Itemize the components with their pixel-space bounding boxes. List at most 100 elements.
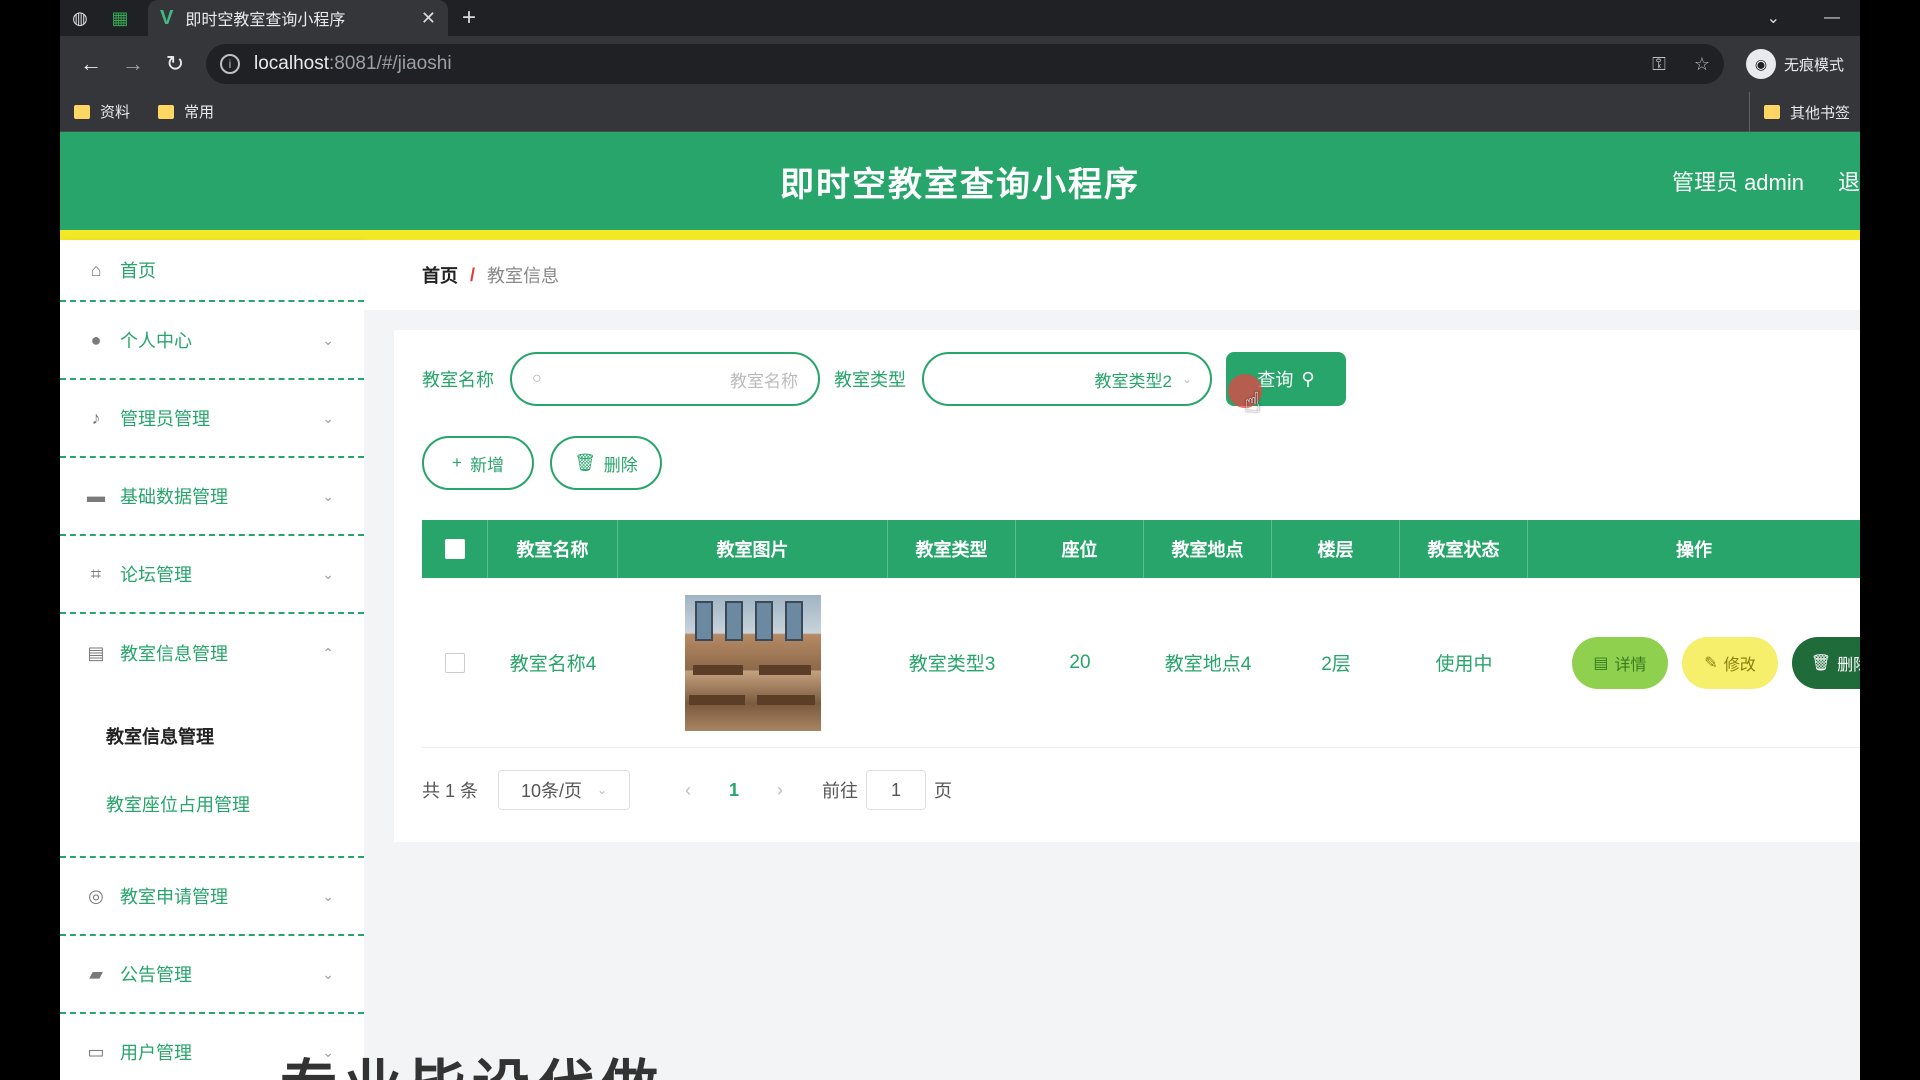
vue-icon: V [160,6,174,29]
sidebar-item-label: 教室信息管理 [120,644,228,664]
photo-desk [759,664,811,675]
chevron-down-icon: ⌄ [322,409,334,426]
info-icon[interactable]: i [220,54,240,74]
chevron-down-icon: ⌄ [322,965,334,982]
sidebar-item-announcements[interactable]: ▰ 公告管理 ⌄ [60,936,364,1014]
cell-status: 使用中 [1435,654,1493,675]
logout-link[interactable]: 退出 [1838,165,1860,197]
sidebar-item-forum[interactable]: ⌗ 论坛管理 ⌄ [60,536,364,614]
photo-window [755,600,773,641]
photo-window [725,600,743,641]
column-header: 教室图片 [618,520,888,578]
breadcrumb-home[interactable]: 首页 [422,262,458,288]
photo-window [695,600,713,641]
add-label: 新增 [469,455,504,475]
sidebar-item-classroom-info[interactable]: ▤ 教室信息管理 ⌃ [60,614,364,692]
url-input[interactable]: i localhost:8081/#/jiaoshi ⚿ ☆ [206,44,1724,84]
column-header: 操作 [1676,540,1712,560]
cell-seats: 20 [1069,651,1091,673]
minimize-icon[interactable]: — [1824,9,1840,27]
goto-suffix: 页 [934,781,953,801]
plus-icon: + [452,453,462,472]
goto-page-input[interactable]: 1 [866,770,927,810]
back-icon[interactable]: ← [70,43,112,85]
spreadsheet-icon[interactable]: ▦ [100,0,140,36]
page-number-current[interactable]: 1 [714,780,754,801]
hand-cursor-icon: ☝ [1244,387,1262,418]
column-header: 教室类型 [888,520,1016,578]
sidebar-item-applications[interactable]: ◎ 教室申请管理 ⌄ [60,858,364,936]
cell-floor: 2层 [1321,654,1351,675]
select-all-checkbox[interactable] [444,539,465,559]
key-icon[interactable]: ⚿ [1652,54,1666,75]
new-tab-icon[interactable]: + [462,4,476,32]
sidebar-item-admins[interactable]: ♪ 管理员管理 ⌄ [60,380,364,458]
name-label: 教室名称 [422,370,494,390]
bookmark-folder[interactable]: 常用 [158,101,214,122]
next-page-icon[interactable]: › [754,780,806,801]
breadcrumb-separator: / [470,264,476,285]
ticket-icon: ▰ [89,963,103,984]
header-stripe [60,230,1860,240]
prev-page-icon[interactable]: ‹ [662,780,714,801]
query-label: 查询 [1257,370,1294,390]
tab-strip: ◍ ▦ V 即时空教室查询小程序 ✕ + ⌄ — [60,0,1860,36]
row-delete-button[interactable]: 🗑 删除 [1792,636,1860,689]
trash-icon: 🗑 [574,453,596,472]
row-delete-label: 删除 [1837,656,1860,674]
sidebar-item-label: 论坛管理 [120,565,192,585]
chat-icon: ▤ [87,642,105,663]
column-header: 教室名称 [488,520,618,578]
edit-button[interactable]: ✎ 修改 [1682,636,1778,689]
close-icon[interactable]: ✕ [421,8,436,29]
page-size-value: 10条/页 [521,781,583,801]
delete-label: 删除 [603,455,638,475]
cell-type: 教室类型3 [908,654,996,675]
other-bookmarks[interactable]: 其他书签 [1748,92,1850,132]
submenu-item-classroom-info[interactable]: 教室信息管理 [106,702,364,770]
photo-desk [689,694,745,705]
reload-icon[interactable]: ↻ [154,43,196,85]
classroom-photo[interactable] [685,594,821,731]
url-path: :8081/#/jiaoshi [329,53,452,74]
profile-button[interactable]: ◉ 无痕模式 [1745,49,1850,79]
sidebar-item-basic-data[interactable]: ▬ 基础数据管理 ⌄ [60,458,364,536]
pagination: 共 1 条 10条/页 ⌄ ‹ 1 › 前往 1 页 [422,770,952,810]
name-placeholder: 教室名称 [730,371,798,391]
browser-tab-active[interactable]: V 即时空教室查询小程序 ✕ [148,0,448,36]
name-search-input[interactable]: ○ 教室名称 [510,352,820,406]
address-bar: ← → ↻ i localhost:8081/#/jiaoshi ⚿ ☆ ◉ 无… [60,36,1860,92]
page-size-select[interactable]: 10条/页 ⌄ [498,770,631,810]
cell-location: 教室地点4 [1164,654,1252,675]
app-title: 即时空教室查询小程序 [780,165,1140,204]
bookmark-label: 常用 [184,104,215,121]
type-select[interactable]: 教室类型2 ⌄ [922,352,1212,406]
bookmark-folder[interactable]: 资料 [74,101,130,122]
classroom-table: 教室名称 教室图片 教室类型 座位 教室地点 楼层 教室状态 操作 教室名称4 [422,520,1860,748]
detail-button[interactable]: ▤ 详情 [1572,636,1668,689]
add-button[interactable]: + 新增 [422,436,534,490]
action-buttons: + 新增 🗑 删除 [422,436,662,490]
query-button[interactable]: 查询 ⚲ ☝ [1226,352,1346,418]
sidebar-item-home[interactable]: ⌂ 首页 [60,240,364,302]
delete-button[interactable]: 🗑 删除 [550,436,662,490]
forward-icon[interactable]: → [112,43,154,85]
folder-icon [1763,105,1780,119]
chevron-down-icon: ⌄ [322,887,334,904]
current-user: 管理员 admin [1671,170,1804,195]
chevron-down-icon: ⌄ [322,331,334,348]
globe-icon: ◎ [88,885,104,906]
sidebar-item-label: 基础数据管理 [120,487,228,507]
row-checkbox[interactable] [445,652,465,673]
sidebar-item-label: 用户管理 [120,1043,192,1063]
profile-label: 无痕模式 [1783,56,1844,74]
globe-icon[interactable]: ◍ [60,0,100,36]
sidebar-item-profile[interactable]: ● 个人中心 ⌄ [60,302,364,380]
sidebar-item-label: 管理员管理 [120,409,210,429]
submenu-item-seat-occupancy[interactable]: 教室座位占用管理 [106,770,364,838]
detail-label: 详情 [1614,656,1647,674]
tab-search-icon[interactable]: ⌄ [1767,8,1780,28]
column-header: 楼层 [1272,520,1400,578]
video-caption-overlay: 专业毕设代做 [280,1040,664,1080]
star-icon[interactable]: ☆ [1694,54,1710,75]
